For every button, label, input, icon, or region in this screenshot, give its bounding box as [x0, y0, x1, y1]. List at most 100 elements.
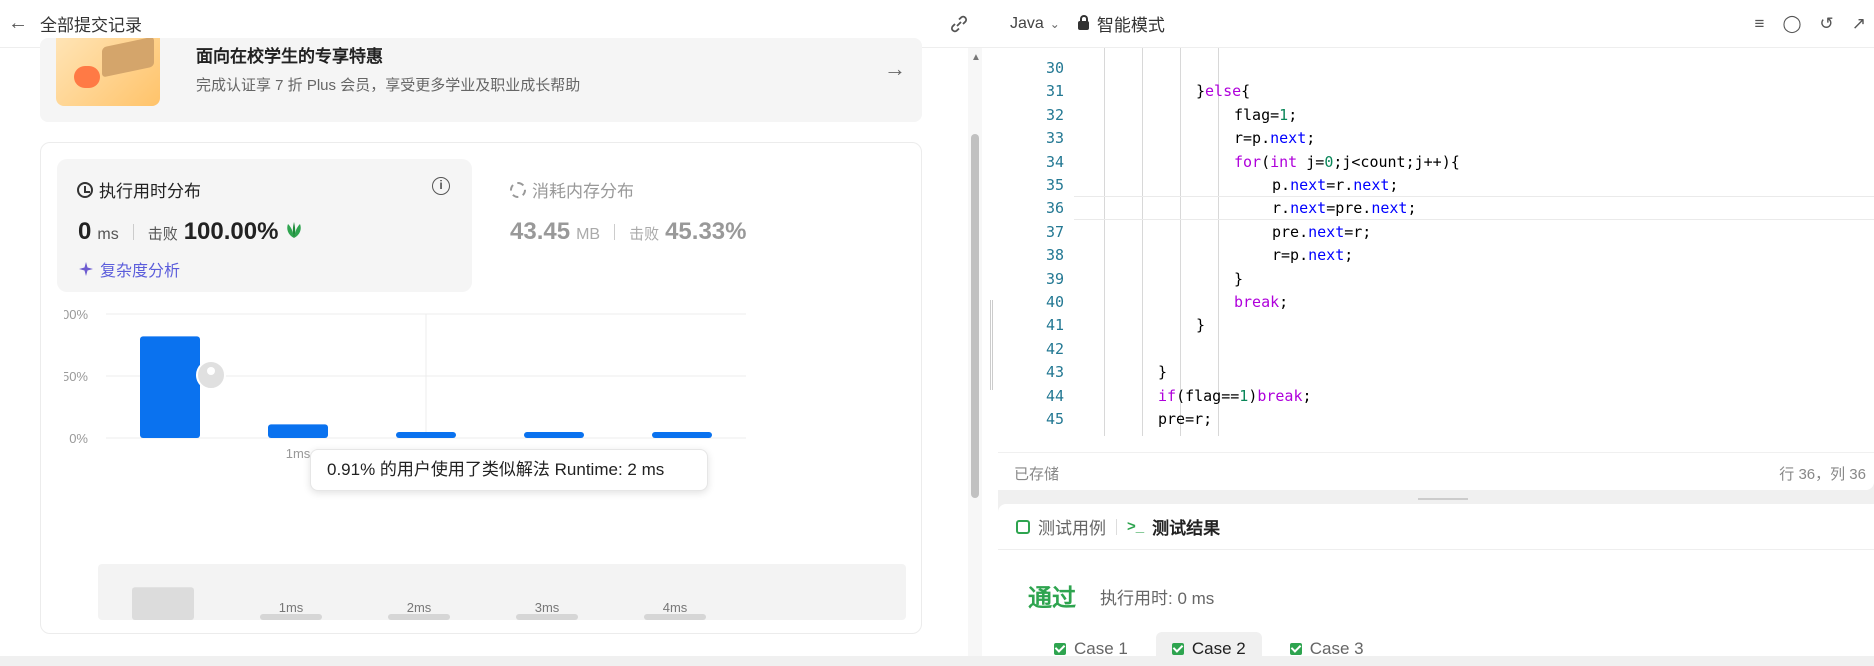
info-icon[interactable]: i — [432, 177, 450, 195]
runtime-heading: 执行用时分布 — [77, 177, 201, 202]
bar[interactable] — [652, 432, 712, 438]
chevron-down-icon[interactable]: ⌄ — [1050, 17, 1060, 31]
case-label: Case 3 — [1309, 639, 1364, 658]
code-text: pre.next=r; — [1272, 222, 1372, 241]
code-line[interactable]: 31 }else{ — [998, 79, 1874, 103]
overview-chart[interactable]: 1ms 2ms 3ms 4ms — [98, 564, 906, 620]
bar[interactable] — [524, 432, 584, 438]
editor-actions: ≡ ◯ ↺ ↗ — [1755, 14, 1866, 34]
lock-icon — [1077, 15, 1089, 30]
line-number: 35 — [1045, 176, 1064, 194]
link-icon[interactable] — [948, 14, 970, 34]
code-line[interactable]: 35 p.next=r.next; — [998, 173, 1874, 197]
line-number: 38 — [1045, 246, 1064, 265]
line-number: 33 — [1045, 129, 1064, 148]
clock-icon — [77, 181, 93, 198]
smart-mode-label[interactable]: 智能模式 — [1097, 11, 1165, 36]
code-line[interactable]: 43} — [998, 360, 1874, 384]
check-icon — [1054, 643, 1066, 655]
code-line[interactable]: 39} — [998, 267, 1874, 291]
bookmark-icon[interactable]: ◯ — [1782, 14, 1801, 34]
all-submissions-link[interactable]: 全部提交记录 — [40, 11, 142, 36]
code-editor-panel: Java ⌄ 智能模式 ≡ ◯ ↺ ↗ 30 31}else{32 flag=1; 3… — [998, 0, 1874, 490]
vertical-resize-handle[interactable] — [1418, 498, 1468, 500]
result-status: 通过 — [1028, 585, 1076, 612]
line-number: 30 — [1045, 59, 1064, 77]
bar[interactable] — [140, 336, 200, 438]
promo-title: 面向在校学生的专享特惠 — [196, 47, 383, 66]
code-line[interactable]: 37 pre.next=r; — [998, 220, 1874, 244]
line-number: 36 — [1045, 199, 1064, 218]
code-line[interactable]: 34 for(int j=0;j<count;j++){ — [998, 150, 1874, 174]
memory-stat[interactable]: 消耗内存分布 43.45 MB 击败 45.33% — [510, 159, 810, 292]
line-number: 42 — [1045, 339, 1064, 358]
code-text: } — [1196, 316, 1206, 335]
code-line[interactable]: 33 r=p.next; — [998, 126, 1874, 150]
runtime-beat-label: 击败 — [147, 226, 178, 243]
memory-heading: 消耗内存分布 — [510, 177, 634, 202]
saved-status: 已存储 — [1014, 466, 1060, 483]
code-line[interactable]: 44 if(flag==1)break; — [998, 384, 1874, 408]
overview-tick-label: 4ms — [663, 600, 688, 615]
x-tick-label: 1ms — [286, 446, 311, 461]
case-tab[interactable]: Case 3 — [1274, 632, 1380, 666]
chart-tooltip: 0.91% 的用户使用了类似解法 Runtime: 2 ms — [310, 449, 708, 491]
editor-toolbar: Java ⌄ 智能模式 ≡ ◯ ↺ ↗ — [998, 0, 1874, 48]
tab-test-result[interactable]: >_ 测试结果 — [1127, 514, 1220, 539]
code-text: }else{ — [1196, 82, 1251, 101]
scroll-up-icon[interactable]: ▲ — [971, 52, 981, 63]
reset-icon[interactable]: ↺ — [1820, 14, 1834, 34]
code-text: pre=r; — [1158, 410, 1213, 428]
line-number: 45 — [1045, 410, 1064, 428]
memory-unit: MB — [576, 226, 601, 243]
arrow-right-icon[interactable]: → — [884, 56, 906, 82]
memory-title: 消耗内存分布 — [532, 182, 634, 201]
left-scrollbar[interactable]: ▲ — [968, 48, 982, 656]
code-text: if(flag==1)break; — [1158, 386, 1312, 405]
runtime-distribution-chart[interactable]: 0%50%100%1ms2ms3ms4ms — [64, 302, 964, 592]
code-line[interactable]: 42 — [998, 337, 1874, 361]
runtime-beat-pct: 100.00% — [183, 218, 279, 245]
code-text: } — [1158, 363, 1168, 382]
code-line[interactable]: 41} — [998, 313, 1874, 337]
case-tab[interactable]: Case 2 — [1155, 632, 1262, 666]
code-area[interactable]: 30 31 }else{ 32 flag=1; 33 r=p.next; 34 for(int … — [998, 48, 1874, 436]
y-tick-label: 0% — [69, 431, 88, 446]
expand-icon[interactable]: ↗ — [1852, 14, 1866, 34]
tab-test-cases[interactable]: 测试用例 — [1016, 514, 1106, 539]
terminal-icon: >_ — [1127, 518, 1145, 535]
case-tab[interactable]: Case 1 — [1038, 632, 1144, 666]
code-text: } — [1234, 269, 1244, 288]
complexity-label: 复杂度分析 — [100, 263, 181, 280]
memory-values: 43.45 MB 击败 45.33% — [510, 218, 746, 246]
chart-overview-brush[interactable]: 1ms 2ms 3ms 4ms — [98, 564, 906, 620]
cursor-position: 行 36，列 36 — [1779, 466, 1866, 483]
scroll-thumb[interactable] — [971, 134, 979, 498]
complexity-analysis-link[interactable]: 复杂度分析 — [78, 257, 180, 281]
student-promo-banner[interactable]: 面向在校学生的专享特惠 完成认证享 7 折 Plus 会员，享受更多学业及职业成… — [40, 38, 922, 122]
check-icon — [1171, 643, 1184, 655]
runtime-stat-box[interactable]: 执行用时分布 i 0 ms 击败 100.00% 复杂度分析 — [57, 159, 472, 292]
format-icon[interactable]: ≡ — [1755, 14, 1765, 34]
line-number: 37 — [1045, 222, 1064, 241]
bar[interactable] — [396, 432, 456, 438]
y-tick-label: 50% — [64, 369, 88, 384]
check-icon — [1289, 643, 1302, 655]
y-tick-label: 100% — [64, 307, 88, 322]
code-line[interactable]: 36 r.next=pre.next; — [998, 196, 1874, 220]
code-line[interactable]: 38 r=p.next; — [998, 243, 1874, 267]
language-select[interactable]: Java — [1010, 15, 1044, 33]
line-number: 41 — [1045, 316, 1064, 335]
promo-illustration — [56, 38, 160, 106]
line-number: 32 — [1045, 105, 1064, 124]
code-line[interactable]: 45 pre=r; — [998, 407, 1874, 431]
line-number: 31 — [1045, 82, 1064, 101]
back-arrow-icon[interactable]: ← — [6, 12, 30, 35]
panel-resize-handle[interactable] — [990, 300, 993, 390]
code-line[interactable]: 40 break; — [998, 290, 1874, 314]
bar[interactable] — [268, 424, 328, 438]
code-line[interactable]: 30 — [998, 56, 1874, 80]
runtime-value: 0 — [78, 218, 92, 245]
code-line[interactable]: 32 flag=1; — [998, 103, 1874, 127]
runtime-unit: ms — [97, 226, 119, 243]
